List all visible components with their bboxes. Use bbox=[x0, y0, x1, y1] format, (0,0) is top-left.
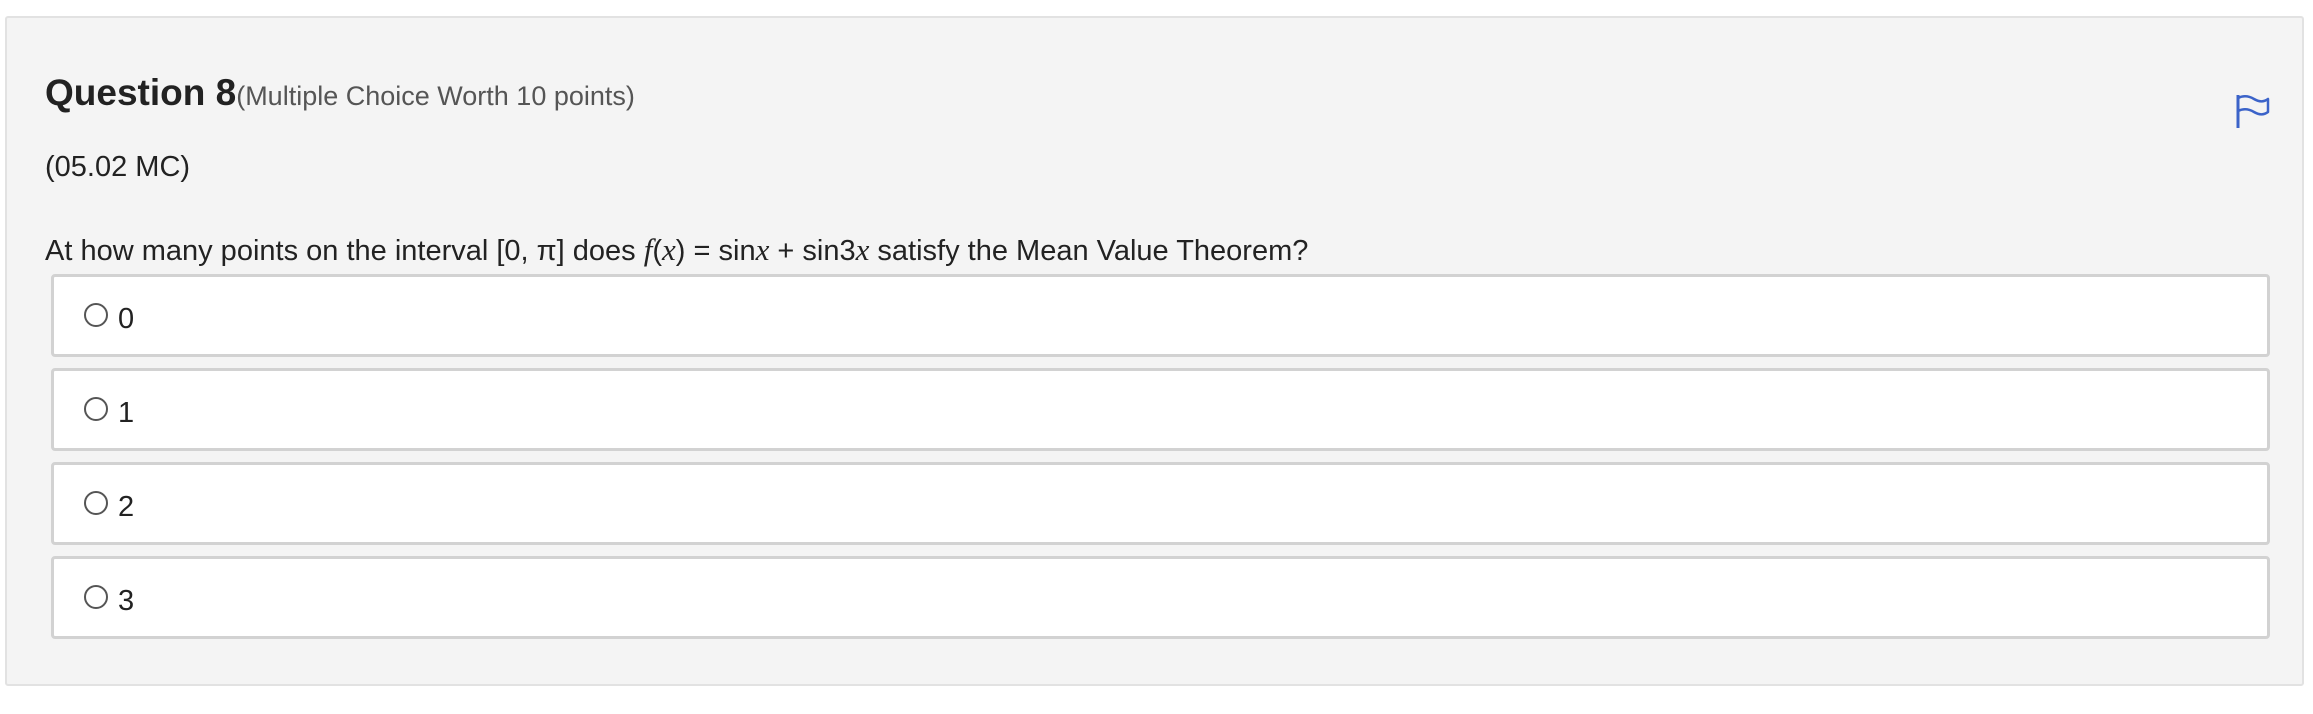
answer-choice-1[interactable]: 1 bbox=[51, 368, 2270, 451]
answer-choice-label: 1 bbox=[118, 397, 135, 429]
answer-choice-label: 3 bbox=[118, 585, 135, 617]
flag-icon bbox=[2236, 94, 2270, 128]
answer-choice-label: 0 bbox=[118, 303, 135, 335]
prompt-text: = sin bbox=[685, 235, 756, 267]
prompt-text: ( bbox=[652, 235, 663, 267]
prompt-math-x: x bbox=[755, 232, 770, 267]
question-code: (05.02 MC) bbox=[45, 151, 191, 183]
answer-choice-3[interactable]: 3 bbox=[51, 556, 2270, 639]
question-card: Question 8(Multiple Choice Worth 10 poin… bbox=[5, 16, 2304, 686]
flag-button[interactable] bbox=[2233, 92, 2271, 130]
radio-button[interactable] bbox=[84, 491, 108, 515]
radio-button[interactable] bbox=[84, 303, 108, 327]
prompt-math-x: x bbox=[855, 232, 870, 267]
prompt-text: + sin3 bbox=[769, 235, 856, 267]
answer-choice-2[interactable]: 2 bbox=[51, 462, 2270, 545]
prompt-text: satisfy the Mean Value Theorem? bbox=[869, 235, 1309, 267]
radio-button[interactable] bbox=[84, 397, 108, 421]
question-worth: (Multiple Choice Worth 10 points) bbox=[236, 81, 635, 111]
question-title: Question 8 bbox=[45, 72, 237, 113]
question-prompt: At how many points on the interval [0, π… bbox=[45, 232, 1308, 268]
answer-choice-label: 2 bbox=[118, 491, 135, 523]
prompt-math-x: x bbox=[662, 232, 676, 267]
answer-choice-0[interactable]: 0 bbox=[51, 274, 2270, 357]
question-header: Question 8(Multiple Choice Worth 10 poin… bbox=[45, 72, 635, 114]
radio-button[interactable] bbox=[84, 585, 108, 609]
prompt-text: At how many points on the interval [0, π… bbox=[45, 235, 644, 267]
